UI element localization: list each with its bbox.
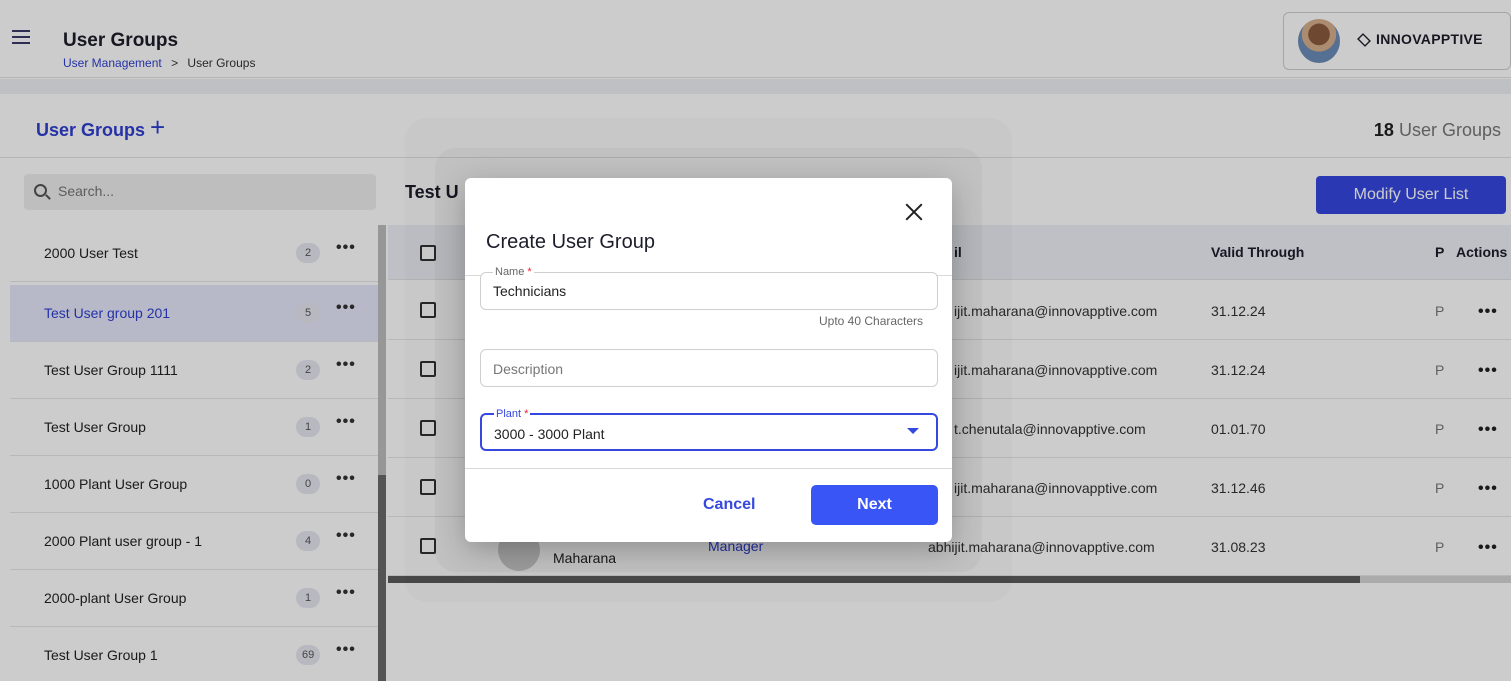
name-field[interactable]: Name * xyxy=(480,266,938,310)
dialog-title: Create User Group xyxy=(486,231,655,253)
next-button[interactable]: Next xyxy=(811,485,938,525)
create-user-group-dialog: Create User Group Name * Upto 40 Charact… xyxy=(465,178,952,542)
required-mark: * xyxy=(524,408,529,420)
name-char-limit-hint: Upto 40 Characters xyxy=(819,314,924,328)
dialog-footer-divider xyxy=(465,468,952,469)
name-field-label: Name * xyxy=(493,266,534,278)
plant-label-text: Plant xyxy=(496,408,522,420)
name-input[interactable] xyxy=(493,283,913,299)
required-mark: * xyxy=(527,266,532,278)
cancel-button[interactable]: Cancel xyxy=(703,496,755,514)
description-placeholder: Description xyxy=(493,361,564,377)
name-label-text: Name xyxy=(495,266,525,278)
plant-selected-value: 3000 - 3000 Plant xyxy=(494,426,605,442)
plant-field-label: Plant * xyxy=(494,408,531,420)
description-field[interactable]: Description xyxy=(480,349,938,387)
close-icon[interactable] xyxy=(902,200,926,224)
chevron-down-icon[interactable] xyxy=(907,428,919,434)
plant-select[interactable]: Plant * 3000 - 3000 Plant xyxy=(480,408,938,451)
